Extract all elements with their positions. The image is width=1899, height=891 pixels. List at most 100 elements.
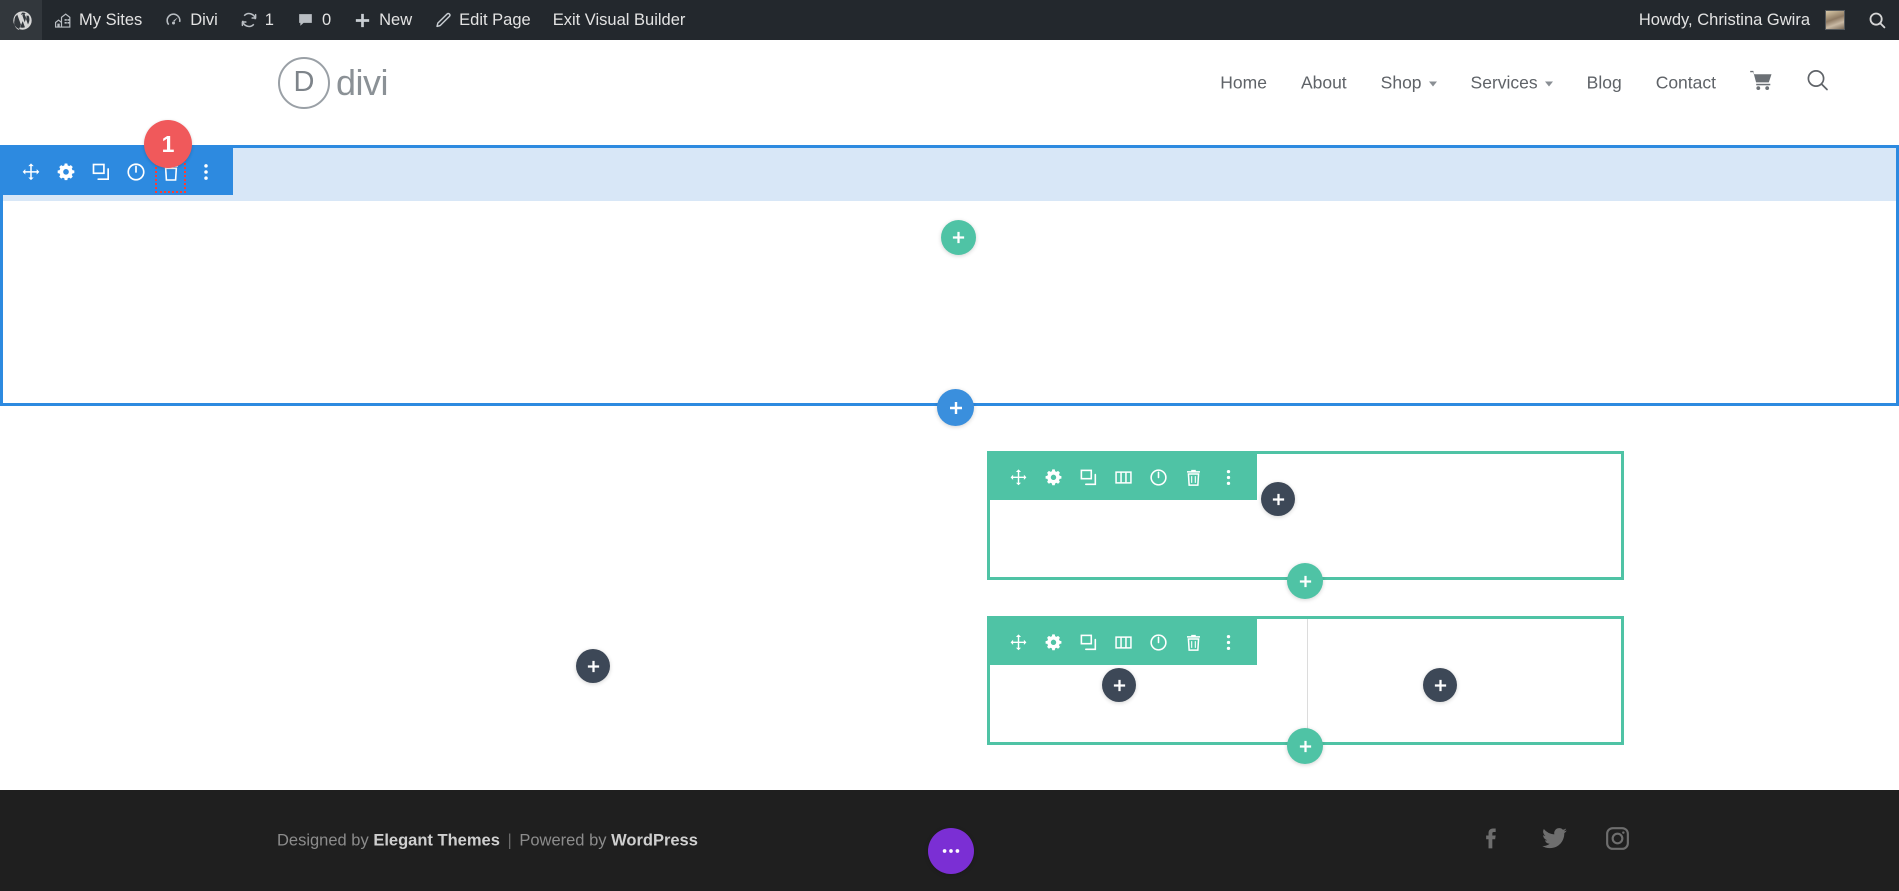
pencil-icon xyxy=(434,11,452,29)
admin-bar-wordpress-logo[interactable] xyxy=(0,0,42,40)
wp-admin-bar: My Sites Divi 1 0 New Edit Page Exit Vis… xyxy=(0,0,1899,40)
admin-bar-divi-label: Divi xyxy=(190,10,218,29)
avatar xyxy=(1825,10,1845,30)
page-settings-button[interactable] xyxy=(928,828,974,874)
nav-item-shop[interactable]: Shop xyxy=(1364,72,1454,93)
nav-item-blog[interactable]: Blog xyxy=(1570,72,1639,93)
admin-bar-account[interactable]: Howdy, Christina Gwira xyxy=(1628,0,1856,40)
move-icon[interactable] xyxy=(1001,619,1036,665)
footer-powered-by-label: Powered by xyxy=(519,831,607,849)
footer-credits: Designed by Elegant Themes | Powered by … xyxy=(277,831,698,850)
admin-bar-comments-count: 0 xyxy=(321,10,332,29)
logo-circle-icon: D xyxy=(278,56,330,109)
section-highlight-bar xyxy=(3,148,1896,201)
divi-dashboard-icon xyxy=(164,11,183,30)
footer-elegant-themes-link[interactable]: Elegant Themes xyxy=(373,831,500,849)
admin-bar-comments[interactable]: 0 xyxy=(285,0,342,40)
add-module-button-row2-col1[interactable] xyxy=(1102,668,1136,702)
add-row-button-1[interactable] xyxy=(1287,563,1323,599)
chevron-down-icon xyxy=(1428,81,1437,87)
chevron-down-icon xyxy=(1544,81,1553,87)
logo-wordmark: divi xyxy=(336,61,389,103)
unsaved-changes-badge[interactable]: 1 xyxy=(144,120,192,168)
trash-icon[interactable] xyxy=(1176,454,1211,500)
footer-wordpress-link[interactable]: WordPress xyxy=(611,831,698,849)
columns-icon[interactable] xyxy=(1106,454,1141,500)
admin-bar-right-group: Howdy, Christina Gwira xyxy=(1628,0,1899,40)
column-divider xyxy=(1307,619,1308,742)
admin-bar-my-sites[interactable]: My Sites xyxy=(42,0,153,40)
power-icon[interactable] xyxy=(1141,454,1176,500)
shopping-cart-icon xyxy=(1749,69,1773,96)
nav-item-about[interactable]: About xyxy=(1284,72,1364,93)
section-toolbar xyxy=(3,148,233,195)
sites-icon xyxy=(53,11,72,30)
admin-bar-updates[interactable]: 1 xyxy=(229,0,285,40)
admin-bar-new[interactable]: New xyxy=(342,0,423,40)
nav-item-contact-label: Contact xyxy=(1655,72,1716,92)
gear-icon[interactable] xyxy=(1036,454,1071,500)
builder-section-1[interactable] xyxy=(0,145,1899,406)
gear-icon[interactable] xyxy=(1036,619,1071,665)
footer-designed-by-label: Designed by xyxy=(277,831,369,849)
nav-item-shop-label: Shop xyxy=(1380,72,1422,92)
admin-bar-exit-visual-builder-label: Exit Visual Builder xyxy=(552,10,686,29)
footer-separator: | xyxy=(507,831,512,849)
add-module-button-section1[interactable] xyxy=(941,220,976,255)
nav-item-contact[interactable]: Contact xyxy=(1639,72,1733,93)
admin-bar-updates-count: 1 xyxy=(264,10,274,29)
admin-bar-edit-page-label: Edit Page xyxy=(459,10,531,29)
nav-item-services[interactable]: Services xyxy=(1454,72,1570,93)
admin-bar-new-label: New xyxy=(379,10,413,29)
more-options-icon xyxy=(942,849,960,853)
wordpress-icon xyxy=(12,10,33,31)
builder-row-1[interactable] xyxy=(987,451,1624,580)
updates-icon xyxy=(240,11,258,29)
instagram-icon[interactable] xyxy=(1604,825,1631,857)
add-row-button-2[interactable] xyxy=(1287,728,1323,764)
cart-button[interactable] xyxy=(1733,69,1789,96)
facebook-icon[interactable] xyxy=(1479,825,1505,856)
site-header: D divi Home About Shop Services Blog Con… xyxy=(0,40,1899,168)
nav-item-blog-label: Blog xyxy=(1586,72,1622,92)
site-logo[interactable]: D divi xyxy=(278,56,389,109)
more-options-icon[interactable] xyxy=(1211,454,1246,500)
admin-bar-my-sites-label: My Sites xyxy=(79,10,143,29)
power-icon[interactable] xyxy=(1141,619,1176,665)
duplicate-icon[interactable] xyxy=(1071,454,1106,500)
twitter-icon[interactable] xyxy=(1541,825,1568,857)
trash-icon[interactable] xyxy=(1176,619,1211,665)
admin-bar-search-button[interactable] xyxy=(1856,0,1899,40)
admin-bar-divi[interactable]: Divi xyxy=(153,0,229,40)
move-icon[interactable] xyxy=(1001,454,1036,500)
add-module-button-row2-col2[interactable] xyxy=(1423,668,1457,702)
admin-bar-howdy-label: Howdy, Christina Gwira xyxy=(1638,10,1810,29)
add-module-button-standalone[interactable] xyxy=(576,649,610,683)
builder-row-2[interactable] xyxy=(987,616,1624,745)
admin-bar-edit-page[interactable]: Edit Page xyxy=(423,0,542,40)
nav-item-services-label: Services xyxy=(1470,72,1538,92)
more-options-icon[interactable] xyxy=(1211,619,1246,665)
primary-navigation: Home About Shop Services Blog Contact xyxy=(1203,67,1847,98)
nav-item-about-label: About xyxy=(1300,72,1347,92)
comment-bubble-icon xyxy=(296,11,315,30)
duplicate-icon[interactable] xyxy=(1071,619,1106,665)
add-module-button-row1-col1[interactable] xyxy=(1261,482,1295,516)
visual-builder-canvas xyxy=(0,125,1899,891)
row-2-toolbar xyxy=(990,619,1257,665)
duplicate-icon[interactable] xyxy=(83,148,118,195)
add-section-button[interactable] xyxy=(937,389,974,426)
search-icon xyxy=(1867,10,1888,31)
more-options-icon[interactable] xyxy=(188,148,223,195)
plus-icon xyxy=(353,11,372,30)
gear-icon[interactable] xyxy=(48,148,83,195)
columns-icon[interactable] xyxy=(1106,619,1141,665)
move-icon[interactable] xyxy=(13,148,48,195)
admin-bar-exit-visual-builder[interactable]: Exit Visual Builder xyxy=(542,0,697,40)
search-icon xyxy=(1805,67,1831,98)
header-search-button[interactable] xyxy=(1789,67,1847,98)
footer-social-links xyxy=(1479,825,1631,857)
nav-item-home-label: Home xyxy=(1220,72,1267,92)
row-1-toolbar xyxy=(990,454,1257,500)
nav-item-home[interactable]: Home xyxy=(1203,72,1284,93)
